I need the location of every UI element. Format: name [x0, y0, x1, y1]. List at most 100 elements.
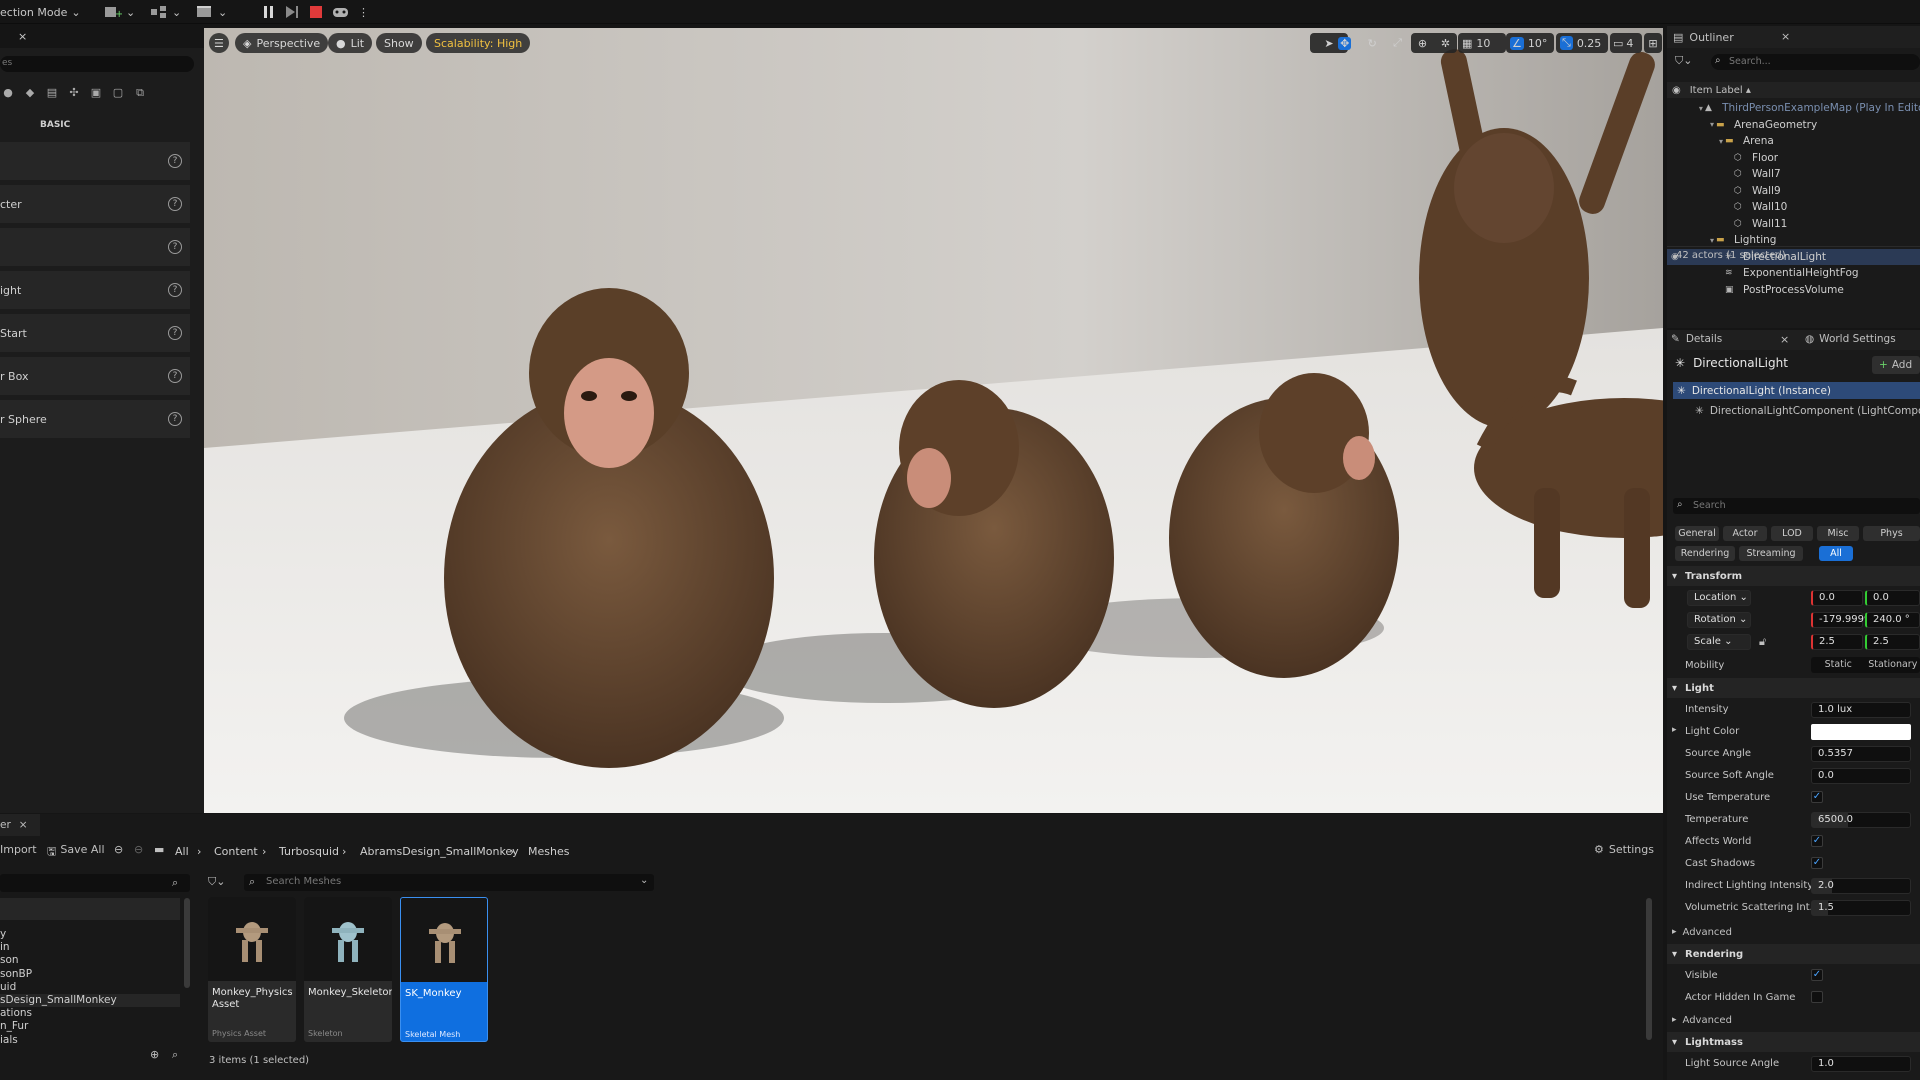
- close-icon[interactable]: ×: [1781, 30, 1790, 43]
- surface-snap-icon[interactable]: ✲: [1441, 37, 1450, 50]
- filter-icon[interactable]: ⛉⌄: [1675, 54, 1692, 68]
- globe-icon[interactable]: ⊕: [1418, 37, 1427, 50]
- light-section[interactable]: ▾ Light: [1667, 678, 1920, 698]
- recent-icon[interactable]: ●: [0, 86, 16, 102]
- all-classes-icon[interactable]: ⧉: [132, 86, 148, 102]
- help-icon[interactable]: ?: [168, 197, 182, 211]
- light-component-row[interactable]: ✳ DirectionalLightComponent (LightCompon…: [1695, 402, 1920, 419]
- angle-snap-button[interactable]: ∠ 10°: [1506, 33, 1554, 53]
- outliner-row[interactable]: ▣ PostProcessVolume: [1667, 282, 1920, 298]
- chevron-down-icon[interactable]: ▾: [1689, 120, 1716, 129]
- volumetric-scattering-field[interactable]: 1.5: [1811, 900, 1911, 916]
- breadcrumb-turbosquid[interactable]: Turbosquid: [279, 845, 339, 858]
- pause-button[interactable]: [262, 3, 276, 21]
- folder-icon[interactable]: ▬: [154, 843, 164, 856]
- outliner-row[interactable]: ⬡ Wall7: [1667, 166, 1920, 182]
- lock-icon[interactable]: 🔓︎: [1759, 635, 1766, 649]
- forward-icon[interactable]: ⊖: [134, 843, 143, 856]
- tree-folder-item[interactable]: y: [0, 928, 180, 941]
- asset-tile-skeleton[interactable]: Monkey_Skeleton Skeleton: [304, 897, 392, 1042]
- help-icon[interactable]: ?: [168, 154, 182, 168]
- hidden-in-game-checkbox[interactable]: [1811, 991, 1823, 1003]
- settings-button[interactable]: ⚙ Settings: [1594, 843, 1654, 856]
- filter-all[interactable]: All: [1819, 546, 1853, 561]
- help-icon[interactable]: ?: [168, 369, 182, 383]
- filter-streaming[interactable]: Streaming: [1739, 546, 1803, 561]
- tree-folder-item[interactable]: sonBP: [0, 968, 180, 981]
- outliner-row[interactable]: ⬡ Floor: [1667, 150, 1920, 166]
- rotate-tool-icon[interactable]: ↻: [1368, 37, 1377, 50]
- help-icon[interactable]: ?: [168, 326, 182, 340]
- asset-search-input[interactable]: ⌕ Search Meshes ⌄: [244, 874, 654, 891]
- close-icon[interactable]: ×: [1780, 333, 1789, 346]
- use-temperature-checkbox[interactable]: ✓: [1811, 791, 1823, 803]
- tree-folder-item[interactable]: ations: [0, 1007, 180, 1020]
- outliner-row[interactable]: ⬡ Wall11: [1667, 216, 1920, 232]
- tree-folder-item[interactable]: son: [0, 954, 180, 967]
- scale-tool-icon[interactable]: ⤢: [1393, 36, 1402, 50]
- mobility-stationary[interactable]: Stationary: [1866, 657, 1920, 673]
- filter-misc[interactable]: Misc: [1817, 526, 1859, 541]
- chevron-down-icon[interactable]: ▾: [1689, 137, 1725, 146]
- source-soft-angle-field[interactable]: 0.0: [1811, 768, 1911, 784]
- tree-scrollbar[interactable]: [184, 898, 190, 988]
- rendering-section[interactable]: ▾ Rendering: [1667, 944, 1920, 964]
- affects-world-checkbox[interactable]: ✓: [1811, 835, 1823, 847]
- close-icon[interactable]: ×: [19, 819, 28, 831]
- chevron-down-icon[interactable]: ▾: [1688, 104, 1705, 113]
- actor-item-2[interactable]: ?: [0, 228, 190, 266]
- actor-item-4[interactable]: Start?: [0, 314, 190, 352]
- more-options-button[interactable]: ⋮: [358, 3, 369, 21]
- filter-actor[interactable]: Actor: [1723, 526, 1767, 541]
- outliner-row[interactable]: ▾ ▬ Arena: [1667, 133, 1920, 149]
- chevron-right-icon[interactable]: ▸: [1672, 725, 1677, 735]
- chevron-down-icon[interactable]: ⌄: [640, 875, 648, 886]
- breadcrumb-monkey[interactable]: AbramsDesign_SmallMonkey: [360, 845, 519, 858]
- actor-item-5[interactable]: r Box?: [0, 357, 190, 395]
- filter-lod[interactable]: LOD: [1771, 526, 1813, 541]
- temperature-field[interactable]: 6500.0: [1811, 812, 1911, 828]
- light-advanced-row[interactable]: ▸ Advanced: [1667, 922, 1920, 942]
- outliner-search-input[interactable]: ⌕ Search...: [1711, 54, 1920, 70]
- step-button[interactable]: [284, 3, 300, 21]
- cinematics-button[interactable]: ⌄: [196, 3, 227, 21]
- location-y-field[interactable]: 0.0: [1865, 590, 1920, 606]
- lightmass-section[interactable]: ▾ Lightmass: [1667, 1032, 1920, 1052]
- import-button[interactable]: Import: [0, 843, 37, 856]
- indirect-intensity-field[interactable]: 2.0: [1811, 878, 1911, 894]
- details-search-input[interactable]: ⌕ Search: [1673, 498, 1920, 514]
- grid-snap-button[interactable]: ▦ 10: [1458, 33, 1506, 53]
- geometry-icon[interactable]: ▣: [88, 86, 104, 102]
- close-icon[interactable]: ×: [18, 30, 27, 43]
- blueprint-button[interactable]: ⌄: [150, 3, 181, 21]
- location-x-field[interactable]: 0.0: [1811, 590, 1863, 606]
- filter-physics[interactable]: Phys: [1863, 526, 1920, 541]
- scale-x-field[interactable]: 2.5: [1811, 634, 1863, 650]
- actor-item-0[interactable]: ?: [0, 142, 190, 180]
- sources-search-input[interactable]: ⌕: [0, 874, 190, 892]
- stop-button[interactable]: [309, 3, 323, 21]
- mode-dropdown[interactable]: ection Mode ⌄: [0, 3, 81, 21]
- rotation-x-field[interactable]: -179.9999: [1811, 612, 1870, 628]
- scale-y-field[interactable]: 2.5: [1865, 634, 1920, 650]
- outliner-row[interactable]: ⬡ Wall9: [1667, 183, 1920, 199]
- layout-button[interactable]: ⊞: [1644, 33, 1662, 53]
- scale-dropdown[interactable]: Scale ⌄: [1687, 634, 1751, 650]
- visibility-column-icon[interactable]: ◉: [1672, 85, 1681, 96]
- light-source-angle-field[interactable]: 1.0: [1811, 1056, 1911, 1072]
- filter-general[interactable]: General: [1675, 526, 1719, 541]
- item-label-column[interactable]: Item Label ▴: [1690, 85, 1751, 96]
- asset-tile-sk-monkey[interactable]: SK_Monkey Skeletal Mesh: [400, 897, 488, 1042]
- outliner-row[interactable]: ▾ ▲ ThirdPersonExampleMap (Play In Editor): [1667, 100, 1920, 116]
- rotation-y-field[interactable]: 240.0 °: [1865, 612, 1920, 628]
- cast-shadows-checkbox[interactable]: ✓: [1811, 857, 1823, 869]
- save-all-button[interactable]: 🖫︎ Save All: [47, 843, 105, 862]
- volumes-icon[interactable]: ▢: [110, 86, 126, 102]
- show-button[interactable]: Show: [376, 33, 422, 53]
- chevron-down-icon[interactable]: ▾: [1689, 236, 1716, 245]
- intensity-field[interactable]: 1.0 lux: [1811, 702, 1911, 718]
- light-color-swatch[interactable]: [1811, 724, 1911, 740]
- breadcrumb-content[interactable]: Content: [214, 845, 258, 858]
- help-icon[interactable]: ?: [168, 412, 182, 426]
- breadcrumb-meshes[interactable]: Meshes: [528, 845, 569, 858]
